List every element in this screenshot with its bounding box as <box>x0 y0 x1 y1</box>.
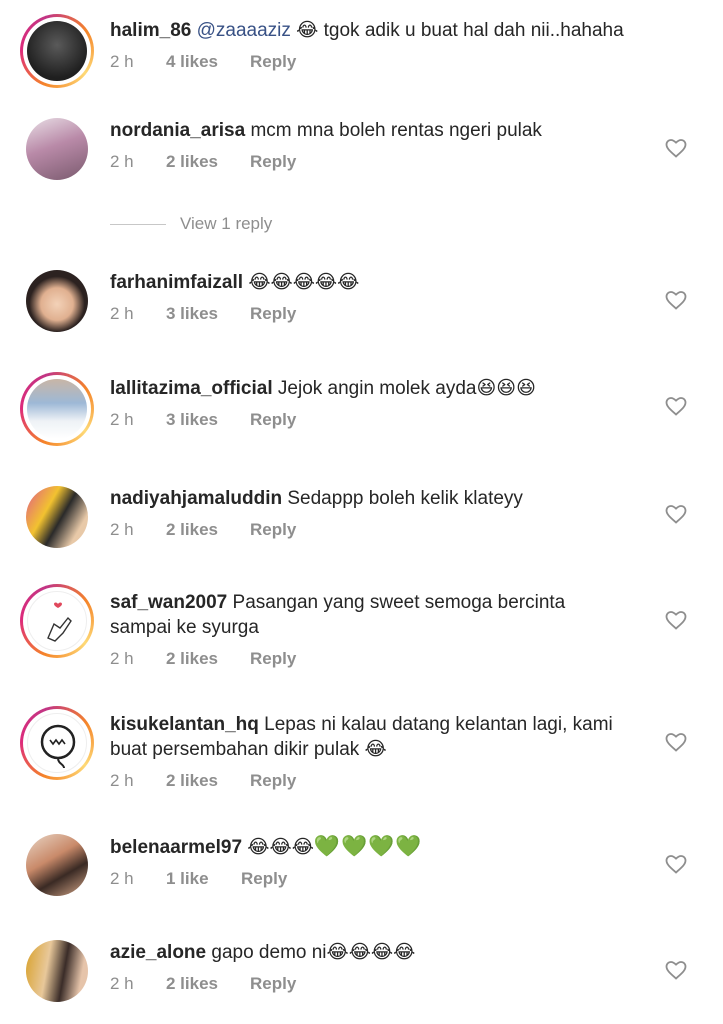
comment-likes[interactable]: 1 like <box>166 869 241 889</box>
reply-button[interactable]: Reply <box>250 771 296 791</box>
view-replies-button[interactable]: View 1 reply <box>110 214 272 234</box>
comment-text: 😂 tgok adik u buat hal dah nii..hahaha <box>290 20 624 41</box>
comment-likes[interactable]: 3 likes <box>166 304 250 324</box>
heart-outline-icon[interactable] <box>664 608 688 632</box>
comment-likes[interactable]: 2 likes <box>166 771 250 791</box>
avatar-wrap[interactable] <box>26 486 88 548</box>
comment-likes[interactable]: 4 likes <box>166 52 250 72</box>
heart-outline-icon[interactable] <box>664 852 688 876</box>
comment-text: mcm mna boleh rentas ngeri pulak <box>245 120 542 141</box>
comment-time: 2 h <box>110 304 134 323</box>
reply-button[interactable]: Reply <box>241 869 287 889</box>
green-hearts: 💚💚💚💚 <box>313 835 423 858</box>
comment-mention[interactable]: @zaaaaziz <box>197 20 291 41</box>
comment-text-line2: sampai ke syurga <box>110 617 259 638</box>
comment-time: 2 h <box>110 152 134 171</box>
reply-button[interactable]: Reply <box>250 520 296 540</box>
comment-text: Pasangan yang sweet semoga bercinta <box>227 592 566 613</box>
comment-username[interactable]: kisukelantan_hq <box>110 714 259 735</box>
kisu-logo-icon <box>40 724 76 769</box>
avatar <box>26 486 88 548</box>
reply-button[interactable]: Reply <box>250 649 296 669</box>
comment-text: Lepas ni kalau datang kelantan lagi, kam… <box>258 714 613 735</box>
avatar <box>26 270 88 332</box>
comment-text: 😂😂😂 <box>242 837 314 858</box>
comment-text: 😂😂😂😂😂 <box>243 272 360 293</box>
comment-time: 2 h <box>110 410 134 429</box>
comment-time: 2 h <box>110 974 134 993</box>
avatar <box>26 834 88 896</box>
comment-text: Sedappp boleh kelik klateyy <box>282 488 523 509</box>
divider <box>110 223 166 225</box>
comment-likes[interactable]: 2 likes <box>166 152 250 172</box>
comment-username[interactable]: nadiyahjamaluddin <box>110 488 282 509</box>
comment-username[interactable]: lallitazima_official <box>110 378 273 399</box>
comment-text-line2: buat persembahan dikir pulak 😂 <box>110 739 387 760</box>
comment-text: Jejok angin molek ayda😆😆😆 <box>272 378 536 399</box>
comment-likes[interactable]: 2 likes <box>166 974 250 994</box>
reply-button[interactable]: Reply <box>250 304 296 324</box>
avatar <box>26 940 88 1002</box>
comment-time: 2 h <box>110 52 134 71</box>
heart-outline-icon[interactable] <box>664 136 688 160</box>
comment-time: 2 h <box>110 520 134 539</box>
avatar <box>27 379 87 439</box>
finger-heart-icon <box>47 602 72 642</box>
heart-outline-icon[interactable] <box>664 958 688 982</box>
reply-button[interactable]: Reply <box>250 974 296 994</box>
heart-outline-icon[interactable] <box>664 730 688 754</box>
heart-outline-icon[interactable] <box>664 394 688 418</box>
avatar-wrap[interactable] <box>26 834 88 896</box>
reply-button[interactable]: Reply <box>250 410 296 430</box>
story-ring-avatar[interactable] <box>20 372 94 446</box>
comment-username[interactable]: halim_86 <box>110 20 191 41</box>
comment-time: 2 h <box>110 869 134 888</box>
view-replies-label: View 1 reply <box>180 214 273 233</box>
comment-username[interactable]: saf_wan2007 <box>110 592 227 613</box>
comment-username[interactable]: nordania_arisa <box>110 120 245 141</box>
comment-username[interactable]: belenaarmel97 <box>110 837 242 858</box>
avatar-wrap[interactable] <box>26 940 88 1002</box>
comment-username[interactable]: azie_alone <box>110 942 206 963</box>
avatar <box>27 591 87 651</box>
heart-outline-icon[interactable] <box>664 502 688 526</box>
reply-button[interactable]: Reply <box>250 152 296 172</box>
avatar-wrap[interactable] <box>26 270 88 332</box>
comment-time: 2 h <box>110 649 134 668</box>
comment-likes[interactable]: 2 likes <box>166 520 250 540</box>
comment-likes[interactable]: 3 likes <box>166 410 250 430</box>
reply-button[interactable]: Reply <box>250 52 296 72</box>
story-ring-avatar[interactable] <box>20 706 94 780</box>
comment-username[interactable]: farhanimfaizall <box>110 272 243 293</box>
story-ring-avatar[interactable] <box>20 14 94 88</box>
avatar-wrap[interactable] <box>26 118 88 180</box>
story-ring-avatar[interactable] <box>20 584 94 658</box>
comment-text: gapo demo ni😂😂😂😂 <box>206 942 416 963</box>
comment-time: 2 h <box>110 771 134 790</box>
comment-likes[interactable]: 2 likes <box>166 649 250 669</box>
avatar <box>27 713 87 773</box>
avatar <box>26 118 88 180</box>
avatar <box>27 21 87 81</box>
heart-outline-icon[interactable] <box>664 288 688 312</box>
